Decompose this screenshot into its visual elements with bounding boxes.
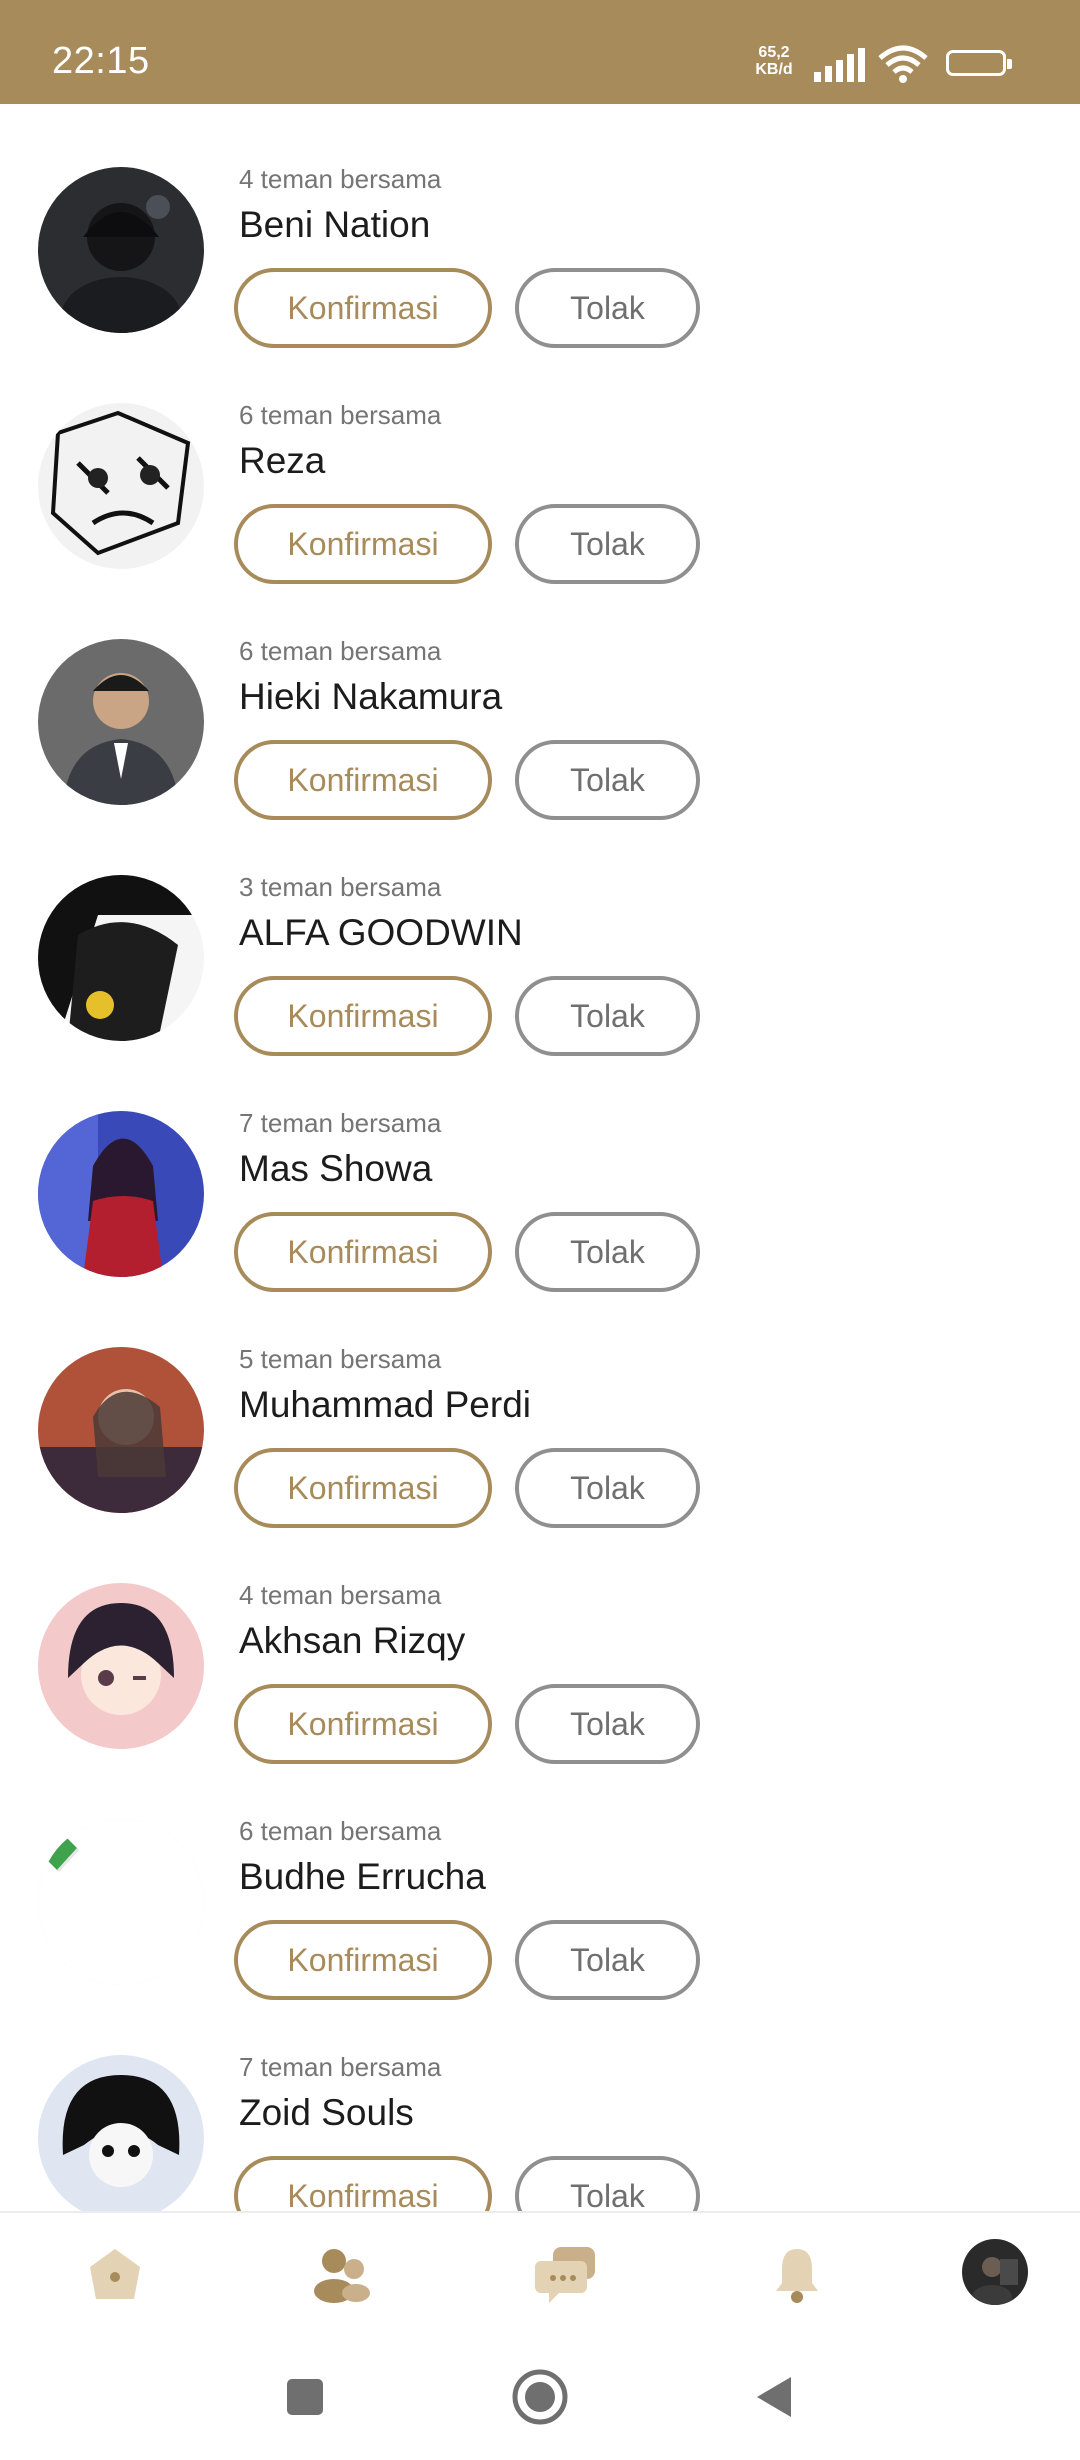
friend-request-item: 3 teman bersama ALFA GOODWIN Konfirmasi … (0, 812, 1080, 1056)
friend-request-item: 4 teman bersama Beni Nation Konfirmasi T… (0, 104, 1080, 348)
avatar[interactable] (38, 403, 204, 569)
friend-request-item: 6 teman bersama Budhe Errucha Konfirmasi… (0, 1756, 1080, 2000)
avatar[interactable] (38, 1347, 204, 1513)
back-button[interactable] (745, 2367, 805, 2427)
status-time: 22:15 (52, 40, 150, 82)
reject-button[interactable]: Tolak (515, 740, 700, 820)
reject-button[interactable]: Tolak (515, 976, 700, 1056)
requester-name[interactable]: Muhammad Perdi (239, 1384, 531, 1426)
confirm-button[interactable]: Konfirmasi (234, 2156, 492, 2211)
profile-avatar[interactable] (962, 2239, 1028, 2305)
friend-request-item: 4 teman bersama Akhsan Rizqy Konfirmasi … (0, 1520, 1080, 1764)
mutual-friends-count: 3 teman bersama (239, 872, 442, 902)
requester-name[interactable]: Beni Nation (239, 204, 430, 246)
friend-request-item: 7 teman bersama Mas Showa Konfirmasi Tol… (0, 1048, 1080, 1292)
wifi-icon (876, 44, 930, 84)
confirm-button[interactable]: Konfirmasi (234, 504, 492, 584)
confirm-button[interactable]: Konfirmasi (234, 1448, 492, 1528)
friend-request-item: 7 teman bersama Zoid Souls Konfirmasi To… (0, 1992, 1080, 2211)
requester-name[interactable]: Reza (239, 440, 325, 482)
signal-icon (812, 48, 866, 82)
network-speed-value: 65,2 (758, 44, 790, 61)
friend-request-item: 5 teman bersama Muhammad Perdi Konfirmas… (0, 1284, 1080, 1528)
friends-icon[interactable] (308, 2241, 374, 2307)
mutual-friends-count: 7 teman bersama (239, 2052, 442, 2082)
network-speed: 65,2 KB/d (750, 44, 798, 78)
home-button[interactable] (510, 2367, 570, 2427)
bottom-navigation (0, 2211, 1080, 2329)
confirm-button[interactable]: Konfirmasi (234, 740, 492, 820)
battery-icon: 95 (946, 50, 1012, 76)
recents-button[interactable] (275, 2367, 335, 2427)
system-navigation-bar (0, 2329, 1080, 2460)
confirm-button[interactable]: Konfirmasi (234, 976, 492, 1056)
chat-icon[interactable] (535, 2241, 601, 2307)
reject-button[interactable]: Tolak (515, 1684, 700, 1764)
reject-button[interactable]: Tolak (515, 1212, 700, 1292)
mutual-friends-count: 4 teman bersama (239, 1580, 442, 1610)
mutual-friends-count: 6 teman bersama (239, 636, 442, 666)
avatar[interactable] (38, 2055, 204, 2211)
requester-name[interactable]: Akhsan Rizqy (239, 1620, 465, 1662)
friend-request-item: 6 teman bersama Reza Konfirmasi Tolak (0, 340, 1080, 584)
network-speed-unit: KB/d (755, 61, 793, 78)
requester-name[interactable]: Mas Showa (239, 1148, 432, 1190)
avatar[interactable] (38, 167, 204, 333)
avatar[interactable] (38, 1111, 204, 1277)
avatar[interactable] (38, 639, 204, 805)
confirm-button[interactable]: Konfirmasi (234, 1920, 492, 2000)
requester-name[interactable]: Zoid Souls (239, 2092, 414, 2134)
requester-name[interactable]: Hieki Nakamura (239, 676, 502, 718)
mutual-friends-count: 5 teman bersama (239, 1344, 442, 1374)
avatar[interactable] (38, 1583, 204, 1749)
avatar[interactable] (38, 1819, 204, 1985)
status-bar: 22:15 65,2 KB/d 95 (0, 0, 1080, 104)
battery-percent: 95 (966, 53, 986, 72)
reject-button[interactable]: Tolak (515, 1448, 700, 1528)
confirm-button[interactable]: Konfirmasi (234, 268, 492, 348)
mutual-friends-count: 6 teman bersama (239, 1816, 442, 1846)
mutual-friends-count: 6 teman bersama (239, 400, 442, 430)
mutual-friends-count: 4 teman bersama (239, 164, 442, 194)
friend-request-list[interactable]: 4 teman bersama Beni Nation Konfirmasi T… (0, 104, 1080, 2211)
reject-button[interactable]: Tolak (515, 504, 700, 584)
reject-button[interactable]: Tolak (515, 1920, 700, 2000)
reject-button[interactable]: Tolak (515, 2156, 700, 2211)
requester-name[interactable]: Budhe Errucha (239, 1856, 486, 1898)
notifications-icon[interactable] (764, 2241, 830, 2307)
reject-button[interactable]: Tolak (515, 268, 700, 348)
requester-name[interactable]: ALFA GOODWIN (239, 912, 523, 954)
status-icons: 65,2 KB/d 95 (750, 44, 1020, 84)
avatar[interactable] (38, 875, 204, 1041)
mutual-friends-count: 7 teman bersama (239, 1108, 442, 1138)
confirm-button[interactable]: Konfirmasi (234, 1684, 492, 1764)
confirm-button[interactable]: Konfirmasi (234, 1212, 492, 1292)
home-icon[interactable] (82, 2241, 148, 2307)
friend-request-item: 6 teman bersama Hieki Nakamura Konfirmas… (0, 576, 1080, 820)
